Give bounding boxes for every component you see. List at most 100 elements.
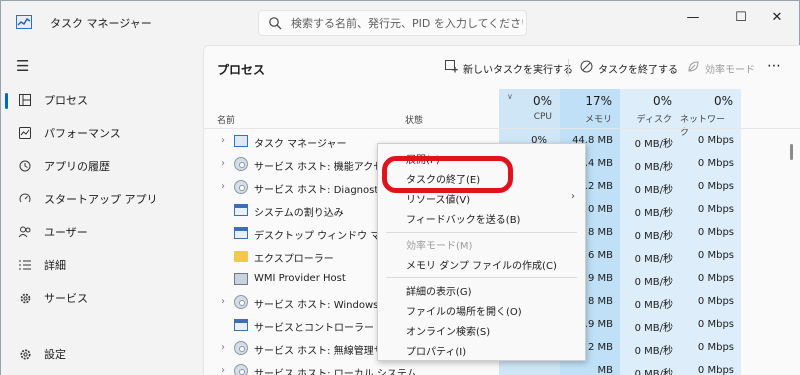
menu-item-show-details[interactable]: 詳細の表示(G) <box>378 280 585 300</box>
sidebar-item-users[interactable]: ユーザー <box>1 217 201 247</box>
menu-item-send-feedback[interactable]: フィードバックを送る(B) <box>378 208 585 228</box>
sidebar-item-label: 設定 <box>44 348 66 361</box>
cpu-total: 0% <box>532 94 552 108</box>
sidebar-item-settings[interactable]: 設定 <box>1 339 201 369</box>
process-network: 0 Mbps <box>697 181 734 192</box>
search-box[interactable] <box>258 10 527 36</box>
process-disk: 0 MB/秒 <box>634 254 673 265</box>
chevron-right-icon[interactable]: › <box>221 342 225 353</box>
sidebar-item-label: ユーザー <box>44 226 88 239</box>
gear-icon <box>234 364 248 375</box>
maximize-button[interactable]: ☐ <box>724 7 758 27</box>
more-options-button[interactable]: ⋯ <box>767 58 782 74</box>
hamburger-icon[interactable]: ☰ <box>16 57 29 75</box>
menu-separator <box>386 277 577 278</box>
process-disk: 0 MB/秒 <box>634 185 673 196</box>
column-header-cpu[interactable]: 0% CPU <box>499 89 560 129</box>
sidebar-item-startup[interactable]: スタートアップ アプリ <box>1 184 201 214</box>
sidebar-item-performance[interactable]: パフォーマンス <box>1 118 201 148</box>
sidebar-item-label: アプリの履歴 <box>44 160 110 173</box>
toolbar-divider <box>568 59 569 77</box>
gear-icon <box>234 341 248 355</box>
efficiency-mode-button[interactable]: 効率モード <box>687 57 755 79</box>
process-disk: 0 MB/秒 <box>634 231 673 242</box>
process-disk: 0 MB/秒 <box>634 208 673 219</box>
gear-icon <box>18 347 32 361</box>
run-new-task-button[interactable]: 新しいタスクを実行する <box>445 57 573 79</box>
disk-label: ディスク <box>636 115 672 125</box>
sidebar-item-label: スタートアップ アプリ <box>44 193 158 206</box>
process-disk: 0 MB/秒 <box>634 323 673 334</box>
menu-item-label: オンライン検索(S) <box>406 327 491 338</box>
minimize-button[interactable]: — <box>676 7 710 27</box>
end-task-label: タスクを終了する <box>598 64 678 76</box>
process-network: 0 Mbps <box>697 296 734 307</box>
sidebar-item-label: サービス <box>44 292 88 305</box>
column-header-memory[interactable]: 17% メモリ <box>560 89 620 129</box>
menu-item-label: フィードバックを送る(B) <box>406 215 521 226</box>
header-divider <box>203 128 800 129</box>
menu-item-open-file-location[interactable]: ファイルの場所を開く(O) <box>378 300 585 320</box>
network-total: 0% <box>713 94 733 108</box>
sidebar-item-label: パフォーマンス <box>44 127 121 140</box>
process-network: 0 Mbps <box>697 342 734 353</box>
chevron-right-icon[interactable]: › <box>221 296 225 307</box>
sidebar-item-details[interactable]: 詳細 <box>1 250 201 280</box>
chevron-right-icon[interactable]: › <box>221 181 225 192</box>
app-title: タスク マネージャー <box>50 17 152 30</box>
menu-item-label: 効率モード(M) <box>406 241 473 252</box>
chevron-right-icon[interactable]: › <box>221 158 225 169</box>
sidebar-item-services[interactable]: サービス <box>1 283 201 313</box>
menu-item-search-online[interactable]: オンライン検索(S) <box>378 320 585 340</box>
column-header-network[interactable]: 0% ネットワーク <box>680 89 741 138</box>
task-manager-icon <box>16 15 32 29</box>
title-bar: タスク マネージャー — ☐ ✕ <box>1 1 799 43</box>
end-task-button[interactable]: タスクを終了する <box>580 57 678 79</box>
menu-item-efficiency-mode[interactable]: 効率モード(M) <box>378 234 585 254</box>
startup-icon <box>18 192 32 206</box>
gear-icon <box>234 157 248 171</box>
task-manager-icon <box>234 134 248 148</box>
history-icon <box>18 159 32 173</box>
process-name: システムの割り込み <box>254 208 344 219</box>
column-header-disk[interactable]: 0% ディスク <box>620 89 680 129</box>
chevron-right-icon[interactable]: › <box>221 135 225 146</box>
search-input[interactable] <box>291 14 523 32</box>
efficiency-mode-label: 効率モード <box>705 64 755 76</box>
gear-icon <box>234 180 248 194</box>
menu-item-label: メモリ ダンプ ファイルの作成(C) <box>406 261 557 272</box>
services-icon <box>18 291 32 305</box>
disk-total: 0% <box>652 94 672 108</box>
menu-item-label: ファイルの場所を開く(O) <box>406 307 522 318</box>
process-network: 0 Mbps <box>697 204 734 215</box>
menu-item-properties[interactable]: プロパティ(I) <box>378 340 585 360</box>
column-header-name[interactable]: 名前 <box>217 113 235 126</box>
process-network: 0 Mbps <box>697 135 734 146</box>
folder-icon <box>234 249 248 263</box>
process-name: WMI Provider Host <box>254 273 346 284</box>
maximize-icon: ☐ <box>735 9 747 25</box>
users-icon <box>18 225 32 239</box>
sidebar-item-label: プロセス <box>44 94 88 107</box>
menu-item-create-dump[interactable]: メモリ ダンプ ファイルの作成(C) <box>378 254 585 274</box>
new-task-icon <box>445 60 458 76</box>
table-row[interactable]: › サービス ホスト: ローカル システム MB 0 MB/秒 0 Mbps <box>203 360 787 375</box>
details-icon <box>18 258 32 272</box>
menu-item-label: プロパティ(I) <box>406 347 467 358</box>
process-disk: 0 MB/秒 <box>634 346 673 357</box>
leaf-icon <box>687 60 700 76</box>
process-network: 0 Mbps <box>697 158 734 169</box>
search-icon <box>269 17 282 30</box>
sidebar-item-label: 詳細 <box>44 259 66 272</box>
process-disk: 0 MB/秒 <box>634 162 673 173</box>
sidebar-item-processes[interactable]: プロセス <box>1 85 201 115</box>
vertical-scrollbar[interactable] <box>790 144 793 160</box>
column-header-status[interactable]: 状態 <box>405 113 423 126</box>
chevron-right-icon[interactable]: › <box>221 365 225 375</box>
close-icon: ✕ <box>771 9 783 25</box>
sidebar-item-app-history[interactable]: アプリの履歴 <box>1 151 201 181</box>
menu-item-label: リソース値(V) <box>406 195 471 206</box>
highlight-annotation <box>382 156 513 193</box>
close-button[interactable]: ✕ <box>760 7 794 27</box>
minimize-icon: — <box>686 9 700 25</box>
